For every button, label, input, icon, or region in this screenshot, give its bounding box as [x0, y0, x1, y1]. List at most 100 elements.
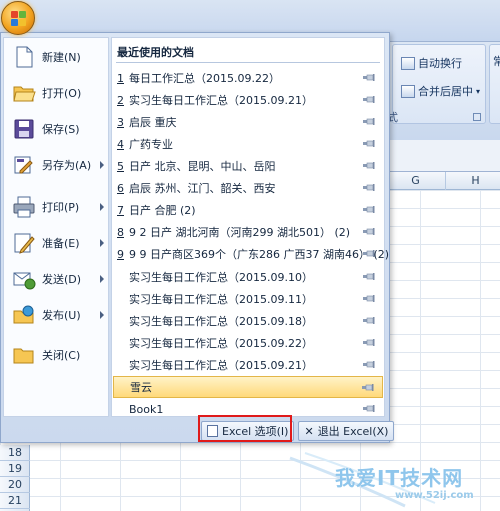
- recent-document-item[interactable]: 3 启辰 重庆: [113, 111, 383, 133]
- dialog-launcher-icon[interactable]: [473, 113, 481, 121]
- menu-item-new[interactable]: 新建(N): [6, 40, 106, 74]
- recent-document-number: 9: [117, 247, 124, 261]
- pin-icon[interactable]: [363, 295, 375, 302]
- close-folder-icon: [13, 348, 34, 364]
- pin-icon[interactable]: [363, 184, 375, 191]
- menu-item-label: 发送(D): [42, 273, 82, 286]
- menu-item-open[interactable]: 打开(O): [6, 76, 106, 110]
- submenu-arrow-icon: [100, 161, 104, 169]
- recent-document-item[interactable]: 7 日产 合肥 (2): [113, 199, 383, 221]
- office-button[interactable]: [1, 1, 35, 35]
- recent-document-name: 启辰 苏州、江门、韶关、西安: [129, 182, 276, 195]
- column-header-h[interactable]: H: [445, 172, 500, 190]
- recent-document-item[interactable]: 实习生每日工作汇总（2015.09.11）: [113, 288, 383, 310]
- recent-document-name: 9 9 日产商区369个（广东286 广西37 湖南46） (2): [129, 248, 390, 261]
- recent-document-number: 5: [117, 159, 124, 173]
- recent-document-item[interactable]: 雪云: [113, 376, 383, 398]
- submenu-arrow-icon: [100, 275, 104, 283]
- recent-document-item[interactable]: 实习生每日工作汇总（2015.09.22）: [113, 332, 383, 354]
- recent-documents-divider: [116, 62, 380, 63]
- pin-icon[interactable]: [363, 140, 375, 147]
- row-header-19[interactable]: 19: [0, 461, 30, 477]
- pin-icon[interactable]: [363, 317, 375, 324]
- recent-document-number: 6: [117, 181, 124, 195]
- office-logo-icon: [11, 11, 27, 27]
- pin-icon[interactable]: [363, 361, 375, 368]
- recent-document-name: Book1: [129, 402, 164, 416]
- recent-document-item[interactable]: 实习生每日工作汇总（2015.09.10）: [113, 266, 383, 288]
- menu-item-label: 打开(O): [42, 87, 82, 100]
- wrap-text-button[interactable]: 自动换行: [401, 55, 462, 71]
- row-headers: 18 19 20 21: [0, 445, 30, 511]
- merge-center-label: 合并后居中: [418, 85, 473, 98]
- menu-item-label: 另存为(A): [42, 159, 92, 172]
- row-header-18[interactable]: 18: [0, 445, 30, 461]
- pin-icon[interactable]: [363, 74, 375, 81]
- save-as-icon: [14, 156, 33, 174]
- row-header-21[interactable]: 21: [0, 493, 30, 509]
- publish-icon: [13, 305, 34, 324]
- pin-icon[interactable]: [363, 118, 375, 125]
- pin-icon[interactable]: [363, 162, 375, 169]
- merge-center-button[interactable]: 合并后居中 ▾: [401, 83, 480, 99]
- menu-item-save[interactable]: 保存(S): [6, 112, 106, 146]
- row-header-20[interactable]: 20: [0, 477, 30, 493]
- watermark: 我爱IT技术网 www.52ij.com: [285, 448, 500, 511]
- recent-document-number: 3: [117, 115, 124, 129]
- menu-item-publish[interactable]: 发布(U): [6, 298, 106, 332]
- recent-document-name: 实习生每日工作汇总（2015.09.18）: [129, 315, 313, 328]
- recent-document-name: 启辰 重庆: [129, 116, 177, 129]
- recent-document-item[interactable]: 4 广药专业: [113, 133, 383, 155]
- pin-icon[interactable]: [363, 405, 375, 412]
- recent-document-name: 实习生每日工作汇总（2015.09.21）: [129, 94, 313, 107]
- recent-document-name: 9 2 日产 湖北河南（河南299 湖北501） (2): [129, 226, 351, 239]
- alignment-group: 自动换行 合并后居中 ▾ 式: [387, 44, 486, 124]
- menu-item-label: 发布(U): [42, 309, 81, 322]
- recent-document-item[interactable]: 实习生每日工作汇总（2015.09.21）: [113, 354, 383, 376]
- recent-document-item[interactable]: 8 9 2 日产 湖北河南（河南299 湖北501） (2): [113, 221, 383, 243]
- recent-document-number: 4: [117, 137, 124, 151]
- menu-item-label: 关闭(C): [42, 349, 81, 362]
- pin-icon[interactable]: [363, 206, 375, 213]
- recent-document-number: 2: [117, 93, 124, 107]
- close-icon: ✕: [304, 424, 314, 438]
- menu-item-prepare[interactable]: 准备(E): [6, 226, 106, 260]
- recent-document-name: 实习生每日工作汇总（2015.09.21）: [129, 359, 313, 372]
- printer-icon: [13, 196, 35, 218]
- recent-document-item[interactable]: 2 实习生每日工作汇总（2015.09.21）: [113, 89, 383, 111]
- pin-icon[interactable]: [363, 250, 375, 257]
- menu-item-label: 保存(S): [42, 123, 80, 136]
- submenu-arrow-icon: [100, 311, 104, 319]
- pin-icon[interactable]: [363, 339, 375, 346]
- pin-icon[interactable]: [363, 273, 375, 280]
- pin-icon[interactable]: [363, 96, 375, 103]
- recent-document-name: 实习生每日工作汇总（2015.09.10）: [129, 271, 313, 284]
- recent-document-number: 1: [117, 71, 124, 85]
- recent-document-name: 雪云: [130, 381, 152, 394]
- recent-document-item[interactable]: 1 每日工作汇总（2015.09.22）: [113, 67, 383, 89]
- menu-item-close[interactable]: 关闭(C): [6, 338, 106, 372]
- menu-item-send[interactable]: 发送(D): [6, 262, 106, 296]
- recent-document-item[interactable]: 5 日产 北京、昆明、中山、岳阳: [113, 155, 383, 177]
- recent-document-name: 实习生每日工作汇总（2015.09.22）: [129, 337, 313, 350]
- recent-document-number: 8: [117, 225, 124, 239]
- recent-document-name: 日产 北京、昆明、中山、岳阳: [129, 160, 276, 173]
- menu-item-label: 打印(P): [42, 201, 80, 214]
- pin-icon[interactable]: [363, 228, 375, 235]
- submenu-arrow-icon: [100, 203, 104, 211]
- recent-document-item[interactable]: 9 9 9 日产商区369个（广东286 广西37 湖南46） (2): [113, 243, 389, 265]
- recent-document-item[interactable]: 实习生每日工作汇总（2015.09.18）: [113, 310, 383, 332]
- menu-item-print[interactable]: 打印(P): [6, 190, 106, 224]
- exit-excel-button[interactable]: ✕ 退出 Excel(X): [298, 421, 395, 441]
- menu-item-save-as[interactable]: 另存为(A): [6, 148, 106, 182]
- menu-item-label: 新建(N): [42, 51, 81, 64]
- office-menu-commands: 新建(N) 打开(O) 保存(S) 另存为(A) 打印(P) 准备(E) 发送(…: [3, 37, 109, 417]
- annotation-highlight-box: [198, 415, 292, 442]
- recent-documents-title: 最近使用的文档: [117, 46, 194, 59]
- recent-document-number: 7: [117, 203, 124, 217]
- open-folder-icon: [13, 86, 36, 102]
- column-header-g[interactable]: G: [385, 172, 445, 190]
- pin-icon[interactable]: [362, 384, 374, 391]
- wrap-text-label: 自动换行: [418, 57, 462, 70]
- recent-document-item[interactable]: 6 启辰 苏州、江门、韶关、西安: [113, 177, 383, 199]
